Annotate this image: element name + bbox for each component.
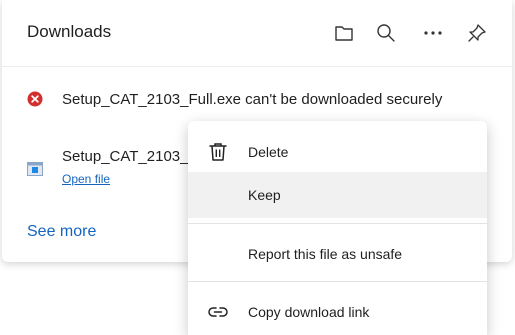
- downloads-header: Downloads: [2, 0, 512, 67]
- search-icon[interactable]: [375, 22, 397, 44]
- menu-item-report-unsafe[interactable]: Report this file as unsafe: [188, 231, 487, 277]
- download-file-name: Setup_CAT_2103_: [62, 148, 189, 165]
- trash-icon: [206, 140, 230, 164]
- menu-item-label: Keep: [248, 187, 281, 203]
- download-context-menu: Delete Keep Report this file as unsafe C…: [188, 121, 487, 335]
- download-item-blocked[interactable]: Setup_CAT_2103_Full.exe can't be downloa…: [27, 88, 492, 114]
- folder-icon[interactable]: [333, 22, 355, 44]
- menu-item-label: Delete: [248, 144, 289, 160]
- menu-item-keep[interactable]: Keep: [188, 172, 487, 218]
- panel-title: Downloads: [27, 22, 112, 41]
- link-icon: [206, 300, 230, 324]
- menu-item-copy-link[interactable]: Copy download link: [188, 289, 487, 335]
- menu-item-delete[interactable]: Delete: [188, 129, 487, 175]
- menu-item-label: Copy download link: [248, 304, 370, 320]
- menu-divider: [188, 281, 487, 282]
- see-more-link[interactable]: See more: [27, 223, 96, 241]
- downloads-screen: Downloads Setup_CAT_2103_Full.exe can't …: [0, 0, 515, 335]
- blocked-download-message: Setup_CAT_2103_Full.exe can't be downloa…: [62, 91, 443, 108]
- open-file-link[interactable]: Open file: [62, 172, 110, 186]
- more-options-icon[interactable]: [422, 22, 444, 44]
- installer-file-icon: [27, 162, 43, 176]
- error-icon: [27, 91, 43, 107]
- pin-icon[interactable]: [466, 22, 488, 44]
- menu-divider: [188, 223, 487, 224]
- menu-item-label: Report this file as unsafe: [248, 246, 403, 262]
